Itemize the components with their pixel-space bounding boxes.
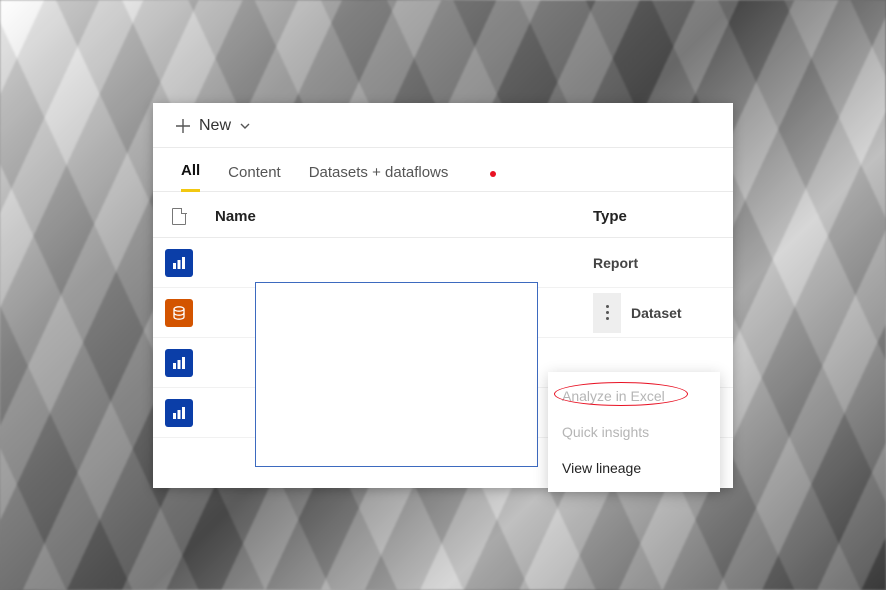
page-icon: [172, 208, 186, 225]
column-header-icon: [153, 208, 205, 225]
tab-all[interactable]: All: [181, 162, 200, 192]
row-type: Report: [593, 255, 733, 271]
tab-datasets-dataflows[interactable]: Datasets + dataflows: [309, 164, 449, 191]
tab-content[interactable]: Content: [228, 164, 281, 191]
column-header-name[interactable]: Name: [205, 208, 593, 225]
menu-item-view-lineage[interactable]: View lineage: [548, 450, 720, 486]
column-header-type[interactable]: Type: [593, 208, 733, 225]
context-menu: Analyze in Excel Quick insights View lin…: [548, 372, 720, 492]
new-button-label: New: [199, 117, 231, 135]
table-row[interactable]: Report: [153, 238, 733, 288]
menu-item-quick-insights[interactable]: Quick insights: [548, 414, 720, 450]
dataset-icon: [165, 299, 193, 327]
toolbar: New: [153, 103, 733, 147]
new-button[interactable]: New: [171, 115, 255, 137]
row-type: Dataset: [631, 305, 682, 321]
plus-icon: [175, 118, 191, 134]
menu-item-analyze-in-excel[interactable]: Analyze in Excel: [548, 378, 720, 414]
report-icon: [165, 349, 193, 377]
chevron-down-icon: [239, 120, 251, 132]
redaction-box: [255, 282, 538, 467]
more-options-button[interactable]: [593, 293, 621, 333]
report-icon: [165, 399, 193, 427]
notification-dot-icon: [490, 171, 496, 177]
report-icon: [165, 249, 193, 277]
vertical-dots-icon: [606, 305, 609, 320]
tabs: All Content Datasets + dataflows: [153, 148, 733, 192]
column-headers: Name Type: [153, 192, 733, 238]
